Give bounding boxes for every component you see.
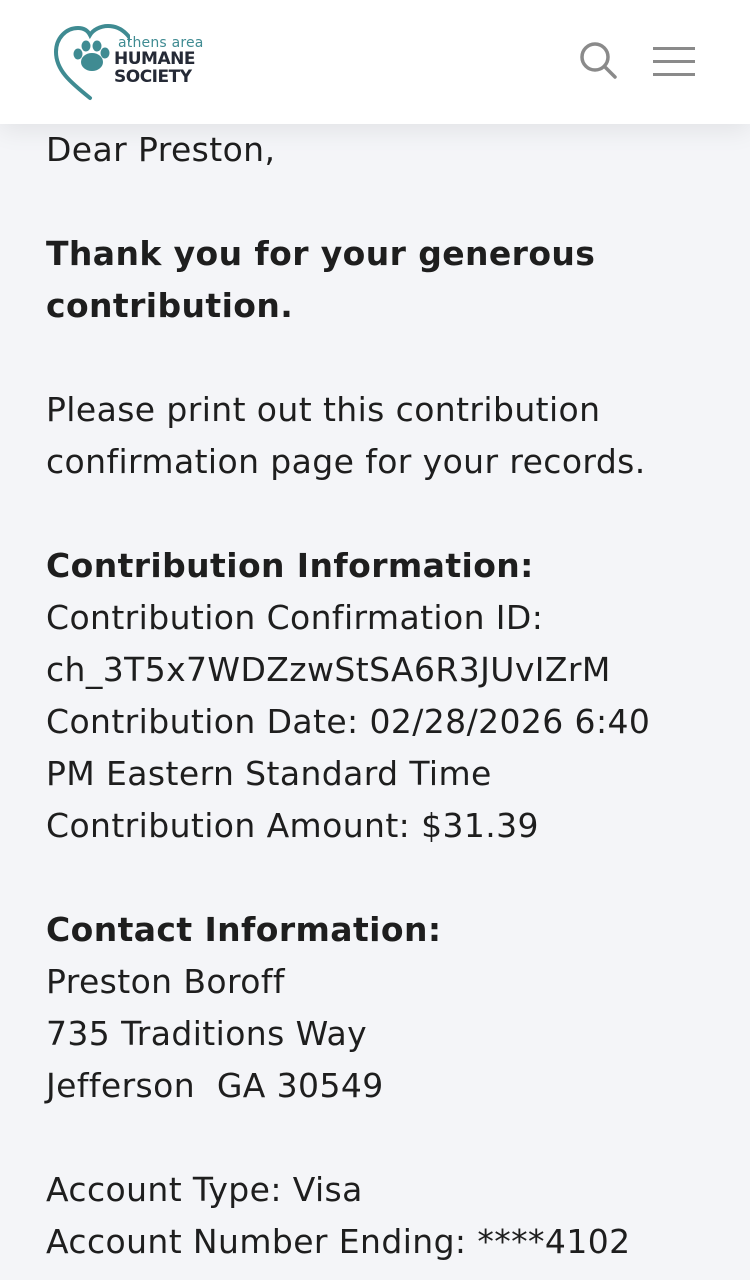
contact-street: 735 Traditions Way: [46, 1014, 368, 1053]
print-instructions: Please print out this contribution confi…: [46, 384, 726, 488]
search-button[interactable]: [576, 38, 620, 82]
account-number: Account Number Ending: ****4102: [46, 1222, 631, 1261]
contact-city: Jefferson GA 30549: [46, 1066, 384, 1105]
contribution-section: Contribution Information: Contribution C…: [46, 540, 726, 852]
search-icon: [580, 42, 617, 79]
contact-section: Contact Information: Preston Boroff 735 …: [46, 904, 726, 1112]
greeting: Dear Preston,: [46, 130, 276, 169]
site-header: athens area HUMANE SOCIETY: [0, 0, 750, 124]
menu-button[interactable]: [650, 44, 698, 78]
contact-name: Preston Boroff: [46, 962, 285, 1001]
logo-tagline: athens area: [118, 35, 204, 51]
confirmation-id-value: ch_3T5x7WDZzwStSA6R3JUvIZrM: [46, 650, 611, 689]
account-type: Account Type: Visa: [46, 1170, 363, 1209]
print-line-1: Please print out this contribution: [46, 390, 601, 429]
thank-you-line-2: contribution.: [46, 286, 294, 325]
contact-heading: Contact Information:: [46, 910, 442, 949]
hamburger-menu-icon: [653, 47, 695, 76]
account-section: Account Type: Visa Account Number Ending…: [46, 1164, 726, 1268]
contribution-date-line-2: PM Eastern Standard Time: [46, 754, 492, 793]
logo-word-humane: HUMANE: [114, 49, 195, 69]
contribution-amount: Contribution Amount: $31.39: [46, 806, 539, 845]
logo-word-society: SOCIETY: [114, 67, 192, 87]
thank-you-line-1: Thank you for your generous: [46, 234, 596, 273]
thank-you-message: Thank you for your generous contribution…: [46, 228, 726, 332]
humane-society-logo[interactable]: athens area HUMANE SOCIETY: [50, 20, 220, 104]
contribution-heading: Contribution Information:: [46, 546, 534, 585]
print-line-2: confirmation page for your records.: [46, 442, 646, 481]
confirmation-id-label: Contribution Confirmation ID:: [46, 598, 544, 637]
confirmation-letter: Dear Preston, Thank you for your generou…: [46, 124, 726, 1268]
contribution-date-line-1: Contribution Date: 02/28/2026 6:40: [46, 702, 651, 741]
